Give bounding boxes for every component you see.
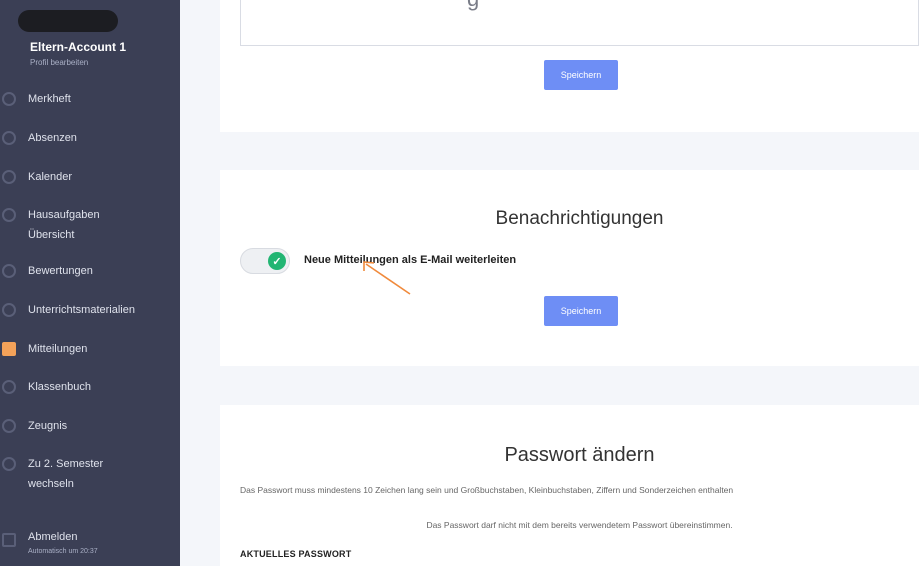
sidebar-item-label: Merkheft	[28, 93, 71, 105]
check-icon	[2, 342, 16, 356]
sidebar-item-merkheft[interactable]: Merkheft	[0, 92, 180, 109]
notifications-card: Benachrichtigungen ✓ Neue Mitteilungen a…	[220, 170, 919, 366]
sidebar-item-label-line2: wechseln	[28, 478, 74, 490]
sidebar-item-kalender[interactable]: Kalender	[0, 170, 180, 187]
sidebar-item-zeugnis[interactable]: Zeugnis	[0, 419, 180, 436]
sidebar-item-mitteilungen[interactable]: Mitteilungen	[0, 342, 180, 359]
edit-profile-link[interactable]: Profil bearbeiten	[30, 58, 88, 67]
sidebar-item-unterrichtsmaterialien[interactable]: Unterrichtsmaterialien	[0, 303, 180, 320]
circle-icon	[2, 264, 16, 278]
logout-icon	[2, 533, 16, 547]
password-card: Passwort ändern Das Passwort muss mindes…	[220, 405, 919, 566]
sidebar-item-label: Absenzen	[28, 132, 77, 144]
sidebar-item-label-line2: Übersicht	[28, 229, 75, 241]
circle-icon	[2, 457, 16, 471]
password-reuse-text: Das Passwort darf nicht mit dem bereits …	[426, 520, 733, 530]
annotation-arrow-icon	[363, 261, 411, 295]
sidebar: Eltern-Account 1 Profil bearbeiten Merkh…	[0, 0, 180, 566]
current-password-label: AKTUELLES PASSWORT	[240, 549, 352, 559]
sidebar-item-label: Hausaufgaben	[28, 209, 100, 221]
email-forward-toggle[interactable]: ✓	[240, 248, 290, 274]
circle-icon	[2, 380, 16, 394]
save-button[interactable]: Speichern	[544, 60, 618, 90]
sidebar-item-absenzen[interactable]: Absenzen	[0, 131, 180, 148]
circle-icon	[2, 170, 16, 184]
sidebar-item-semester-wechseln[interactable]: Zu 2. Semester wechseln	[0, 457, 180, 494]
logout-note: Automatisch um 20:37	[28, 548, 98, 555]
sidebar-item-label: Bewertungen	[28, 265, 93, 277]
circle-icon	[2, 92, 16, 106]
logout-label: Abmelden	[28, 531, 78, 543]
text-input[interactable]: ɡ	[240, 0, 919, 46]
sidebar-item-label: Zu 2. Semester	[28, 458, 104, 470]
check-icon: ✓	[268, 252, 286, 270]
sidebar-item-label: Klassenbuch	[28, 381, 91, 393]
sidebar-item-bewertungen[interactable]: Bewertungen	[0, 264, 180, 281]
circle-icon	[2, 131, 16, 145]
sidebar-item-label: Kalender	[28, 171, 73, 183]
sidebar-item-hausaufgaben[interactable]: Hausaufgaben Übersicht	[0, 208, 180, 245]
circle-icon	[2, 419, 16, 433]
circle-icon	[2, 303, 16, 317]
redacted-user-name	[18, 10, 118, 32]
partial-glyph: ɡ	[467, 0, 479, 12]
sidebar-item-label: Zeugnis	[28, 420, 68, 432]
sidebar-item-label: Mitteilungen	[28, 343, 88, 355]
sidebar-item-abmelden[interactable]: Abmelden Automatisch um 20:37	[0, 531, 180, 557]
sidebar-item-klassenbuch[interactable]: Klassenbuch	[0, 380, 180, 397]
account-name: Eltern-Account 1	[30, 40, 127, 54]
password-title: Passwort ändern	[504, 444, 655, 466]
circle-icon	[2, 208, 16, 222]
save-notifications-button[interactable]: Speichern	[544, 296, 618, 326]
password-rules-text: Das Passwort muss mindestens 10 Zeichen …	[240, 485, 734, 495]
sidebar-item-label: Unterrichtsmaterialien	[28, 304, 135, 316]
profile-card: ɡ Speichern	[220, 0, 919, 132]
notifications-title: Benachrichtigungen	[495, 208, 664, 229]
